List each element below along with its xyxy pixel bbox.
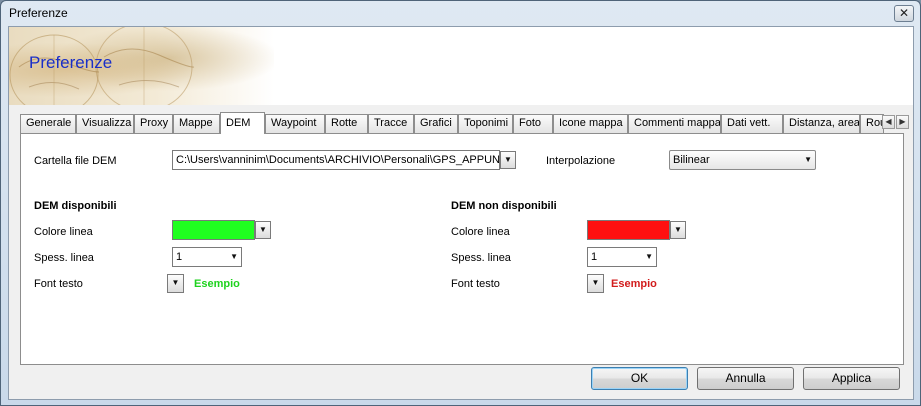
scroll-right-icon: ▶	[899, 117, 906, 126]
cancel-button[interactable]: Annulla	[697, 367, 794, 390]
unavailable-font-example: Esempio	[611, 278, 657, 290]
available-font-button[interactable]: ▼	[167, 274, 184, 293]
tab-rou[interactable]: Rou	[860, 114, 884, 133]
tab-proxy[interactable]: Proxy	[134, 114, 173, 133]
chevron-down-icon: ▼	[504, 155, 512, 164]
tab-strip: Generale Visualizza Proxy Mappe DEM Wayp…	[20, 112, 909, 134]
available-line-color-dropdown[interactable]: ▼	[255, 221, 271, 239]
tab-dem[interactable]: DEM	[220, 112, 265, 134]
chevron-down-icon: ▼	[259, 225, 267, 234]
unavailable-line-color-swatch[interactable]	[587, 220, 670, 240]
close-button[interactable]: ✕	[894, 5, 914, 22]
unavailable-line-width-label: Spess. linea	[451, 252, 511, 264]
available-line-width-select[interactable]: 1 ▼	[172, 247, 242, 267]
interpolation-select[interactable]: Bilinear ▼	[669, 150, 816, 170]
unavailable-line-width-select[interactable]: 1 ▼	[587, 247, 657, 267]
tab-tracce[interactable]: Tracce	[368, 114, 414, 133]
tab-visualizza[interactable]: Visualizza	[76, 114, 134, 133]
unavailable-line-color-dropdown[interactable]: ▼	[670, 221, 686, 239]
tab-rotte[interactable]: Rotte	[325, 114, 368, 133]
chevron-down-icon: ▼	[674, 225, 682, 234]
available-dem-header: DEM disponibili	[34, 200, 117, 212]
banner-title: Preferenze	[29, 53, 113, 72]
available-font-label: Font testo	[34, 278, 83, 290]
tab-distanza-area[interactable]: Distanza, area	[783, 114, 860, 133]
chevron-down-icon: ▼	[591, 278, 600, 287]
ok-button[interactable]: OK	[591, 367, 688, 390]
tab-waypoint[interactable]: Waypoint	[265, 114, 325, 133]
dialog-body: Preferenze Generale Visualizza Proxy Map…	[8, 26, 914, 400]
tab-dati-vett[interactable]: Dati vett.	[721, 114, 783, 133]
unavailable-line-width-value: 1	[591, 251, 598, 263]
dem-folder-label: Cartella file DEM	[34, 155, 117, 167]
interpolation-label: Interpolazione	[546, 155, 616, 167]
chevron-down-icon: ▼	[230, 252, 238, 261]
chevron-down-icon: ▼	[804, 155, 812, 164]
available-line-width-label: Spess. linea	[34, 252, 94, 264]
chevron-down-icon: ▼	[171, 278, 180, 287]
close-icon: ✕	[898, 6, 910, 20]
available-line-color-swatch[interactable]	[172, 220, 255, 240]
tab-toponimi[interactable]: Toponimi	[458, 114, 513, 133]
scroll-left-icon: ◀	[885, 117, 892, 126]
chevron-down-icon: ▼	[645, 252, 653, 261]
header-banner: Preferenze	[9, 27, 913, 105]
tab-icone-mappa[interactable]: Icone mappa	[553, 114, 628, 133]
tab-foto[interactable]: Foto	[513, 114, 553, 133]
tab-grafici[interactable]: Grafici	[414, 114, 458, 133]
interpolation-value: Bilinear	[673, 154, 710, 166]
unavailable-line-color-label: Colore linea	[451, 226, 510, 238]
dem-tab-panel: Cartella file DEM C:\Users\vanninim\Docu…	[20, 133, 904, 365]
available-line-color-label: Colore linea	[34, 226, 93, 238]
window-title: Preferenze	[9, 6, 68, 20]
apply-button[interactable]: Applica	[803, 367, 900, 390]
preferences-window: Preferenze ✕ Preferenze Generale Visuali…	[0, 0, 921, 406]
unavailable-dem-header: DEM non disponibili	[451, 200, 557, 212]
dem-folder-path-field[interactable]: C:\Users\vanninim\Documents\ARCHIVIO\Per…	[172, 150, 500, 170]
tab-mappe[interactable]: Mappe	[173, 114, 220, 133]
unavailable-font-label: Font testo	[451, 278, 500, 290]
tab-scroll-right[interactable]: ▶	[896, 115, 909, 129]
tab-commenti-mappa[interactable]: Commenti mappa	[628, 114, 721, 133]
available-font-example: Esempio	[194, 278, 240, 290]
tab-scroll-left[interactable]: ◀	[882, 115, 895, 129]
dem-folder-dropdown-button[interactable]: ▼	[500, 151, 516, 169]
available-line-width-value: 1	[176, 251, 183, 263]
unavailable-font-button[interactable]: ▼	[587, 274, 604, 293]
tab-generale[interactable]: Generale	[20, 114, 76, 133]
